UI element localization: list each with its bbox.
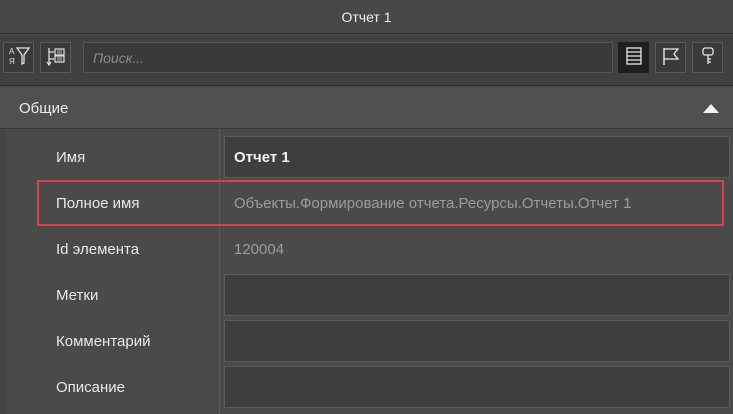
flag-icon — [661, 46, 681, 70]
search-placeholder: Поиск... — [93, 49, 144, 66]
comment-field[interactable] — [224, 320, 730, 362]
property-grid: Имя Отчет 1 Полное имя Объекты.Формирова… — [0, 130, 733, 414]
property-label: Метки — [56, 286, 99, 304]
key-icon — [698, 46, 718, 70]
tags-field[interactable] — [224, 274, 730, 316]
collapse-arrow-icon[interactable] — [703, 104, 719, 113]
property-row-description: Описание — [0, 364, 733, 410]
property-label: Описание — [56, 378, 126, 396]
sort-alpha-filter-button[interactable]: A Я — [3, 42, 34, 73]
property-label: Id элемента — [56, 240, 140, 258]
window-title: Отчет 1 — [0, 0, 733, 34]
description-field[interactable] — [224, 366, 730, 408]
svg-text:A: A — [9, 47, 15, 56]
sort-tree-button[interactable] — [40, 42, 71, 73]
name-field[interactable]: Отчет 1 — [224, 136, 730, 178]
property-row-tags: Метки — [0, 272, 733, 318]
list-view-icon — [624, 46, 644, 70]
full-name-value: Объекты.Формирование отчета.Ресурсы.Отче… — [234, 194, 632, 212]
property-row-name: Имя Отчет 1 — [0, 134, 733, 180]
svg-text:Я: Я — [9, 57, 15, 66]
element-id-value: 120004 — [234, 240, 285, 258]
list-view-button[interactable] — [618, 42, 649, 73]
search-input[interactable]: Поиск... — [83, 42, 613, 73]
property-label: Полное имя — [56, 194, 140, 212]
toolbar: A Я Поиск... — [0, 35, 733, 86]
property-label: Имя — [56, 148, 86, 166]
property-row-element-id: Id элемента 120004 — [0, 226, 733, 272]
property-label: Комментарий — [56, 332, 151, 350]
property-row-comment: Комментарий — [0, 318, 733, 364]
group-header-general[interactable]: Общие — [0, 88, 733, 129]
key-button[interactable] — [692, 42, 723, 73]
sort-tree-icon — [45, 45, 67, 71]
flag-button[interactable] — [655, 42, 686, 73]
group-title: Общие — [19, 99, 69, 117]
sort-alpha-filter-icon: A Я — [8, 45, 30, 71]
property-row-full-name: Полное имя Объекты.Формирование отчета.Р… — [0, 180, 733, 226]
